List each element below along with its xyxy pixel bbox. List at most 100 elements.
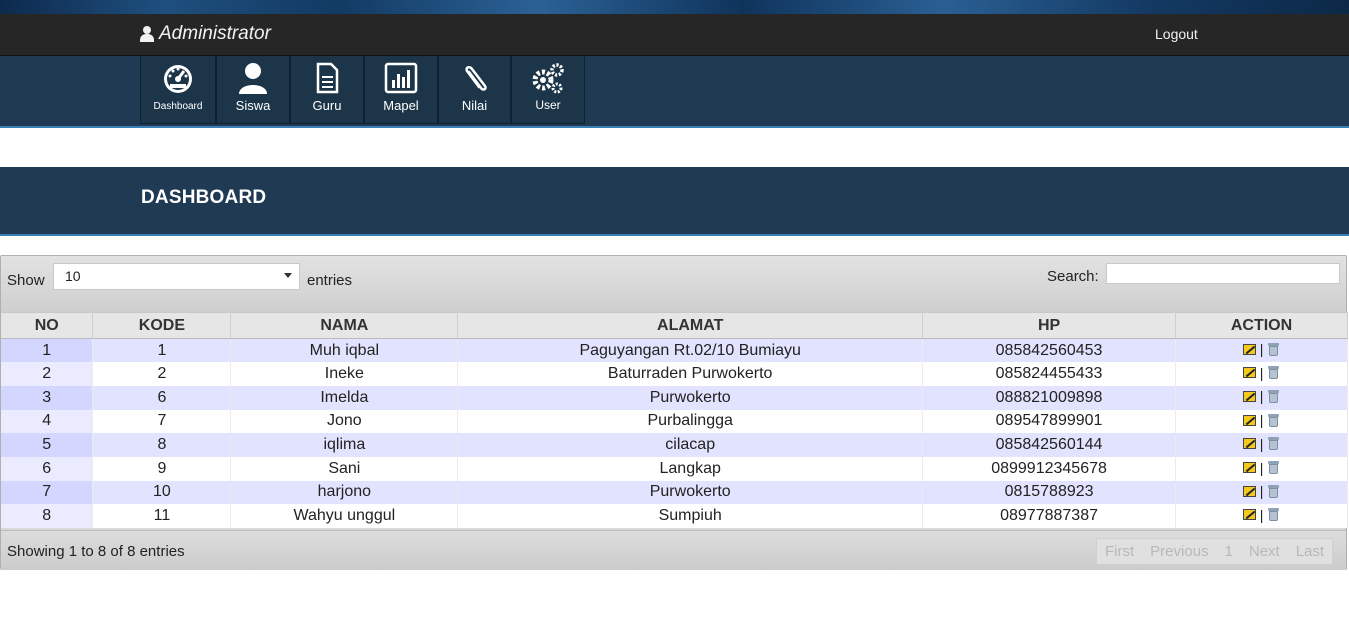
search-input[interactable]: [1106, 263, 1340, 284]
trash-icon[interactable]: [1267, 437, 1280, 451]
dashboard-gauge-icon: [164, 65, 192, 93]
cell-nama: Ineke: [230, 362, 459, 386]
pagination: First Previous 1 Next Last: [1096, 538, 1334, 565]
table-row: 6 9 Sani Langkap 0899912345678 |: [1, 456, 1348, 481]
trash-icon[interactable]: [1267, 461, 1280, 475]
top-decorative-strip: [0, 0, 1349, 14]
page-header: DASHBOARD: [0, 167, 1349, 236]
column-header-nama[interactable]: NAMA: [230, 312, 459, 339]
cell-hp: 089547899901: [922, 409, 1177, 434]
column-header-kode[interactable]: KODE: [92, 312, 232, 339]
table-toolbar: Show 10 entries Search:: [1, 256, 1346, 312]
edit-icon[interactable]: [1242, 367, 1256, 379]
action-separator: |: [1259, 506, 1264, 523]
cell-nama: Muh iqbal: [230, 338, 459, 363]
cell-nama: iqlima: [230, 433, 459, 457]
cell-kode: 8: [92, 433, 232, 457]
search-label: Search:: [1047, 268, 1099, 285]
cell-action: |: [1175, 504, 1348, 528]
cell-nama: Sani: [230, 456, 459, 481]
pager-next[interactable]: Next: [1241, 543, 1288, 560]
edit-icon[interactable]: [1242, 343, 1256, 355]
data-table-panel: Show 10 entries Search: NO KODE NAMA ALA…: [0, 255, 1348, 570]
column-header-no[interactable]: NO: [1, 312, 94, 339]
cell-kode: 2: [92, 362, 232, 386]
cell-action: |: [1175, 409, 1348, 434]
nav-item-label: Guru: [312, 98, 342, 113]
cell-kode: 9: [92, 456, 232, 481]
cell-no: 6: [1, 456, 94, 481]
cell-hp: 085842560144: [922, 433, 1177, 457]
cell-no: 2: [1, 362, 94, 386]
pager-page-1[interactable]: 1: [1217, 543, 1241, 560]
page-title: DASHBOARD: [141, 187, 267, 208]
cell-kode: 7: [92, 409, 232, 434]
nav-item-label: Siswa: [235, 98, 271, 113]
nav-item-label: User: [535, 98, 561, 112]
action-separator: |: [1259, 435, 1264, 452]
edit-icon[interactable]: [1242, 462, 1256, 474]
cell-no: 5: [1, 433, 94, 457]
table-row: 4 7 Jono Purbalingga 089547899901 |: [1, 409, 1348, 434]
nav-item-siswa[interactable]: Siswa: [216, 56, 290, 124]
cell-nama: Imelda: [230, 385, 459, 410]
pager-previous[interactable]: Previous: [1142, 543, 1216, 560]
cell-kode: 10: [92, 480, 232, 505]
action-separator: |: [1259, 459, 1264, 476]
nav-item-dashboard[interactable]: Dashboard: [140, 56, 216, 124]
cell-action: |: [1175, 480, 1348, 505]
cell-no: 1: [1, 338, 94, 363]
cell-kode: 1: [92, 338, 232, 363]
table-row: 8 11 Wahyu unggul Sumpiuh 08977887387 |: [1, 504, 1348, 528]
pager-last[interactable]: Last: [1288, 543, 1332, 560]
brand-label: Administrator: [159, 23, 271, 44]
cell-action: |: [1175, 338, 1348, 363]
pager-first[interactable]: First: [1097, 543, 1142, 560]
edit-icon[interactable]: [1242, 485, 1256, 497]
cell-action: |: [1175, 385, 1348, 410]
edit-icon[interactable]: [1242, 509, 1256, 521]
cell-alamat: Sumpiuh: [457, 504, 924, 528]
table-row: 3 6 Imelda Purwokerto 088821009898 |: [1, 385, 1348, 410]
trash-icon[interactable]: [1267, 484, 1280, 498]
table-footer: Showing 1 to 8 of 8 entries First Previo…: [1, 530, 1346, 570]
cell-alamat: Langkap: [457, 456, 924, 481]
data-table: NO KODE NAMA ALAMAT HP ACTION 1 1 Muh iq…: [1, 312, 1348, 528]
trash-icon[interactable]: [1267, 342, 1280, 356]
cell-alamat: Baturraden Purwokerto: [457, 362, 924, 386]
cell-hp: 0815788923: [922, 480, 1177, 505]
edit-icon[interactable]: [1242, 390, 1256, 402]
action-separator: |: [1259, 364, 1264, 381]
trash-icon[interactable]: [1267, 366, 1280, 380]
cell-nama: harjono: [230, 480, 459, 505]
logout-link[interactable]: Logout: [1155, 26, 1198, 42]
trash-icon[interactable]: [1267, 508, 1280, 522]
column-header-hp[interactable]: HP: [922, 312, 1177, 339]
column-header-action[interactable]: ACTION: [1175, 312, 1348, 339]
cell-action: |: [1175, 433, 1348, 457]
nav-item-label: Nilai: [461, 98, 488, 113]
table-header-row: NO KODE NAMA ALAMAT HP ACTION: [1, 312, 1348, 339]
trash-icon[interactable]: [1267, 389, 1280, 403]
cell-hp: 085824455433: [922, 362, 1177, 386]
action-separator: |: [1259, 483, 1264, 500]
nav-item-nilai[interactable]: Nilai: [438, 56, 511, 124]
cell-alamat: Paguyangan Rt.02/10 Bumiayu: [457, 338, 924, 363]
chevron-down-icon: [284, 273, 292, 278]
table-row: 5 8 iqlima cilacap 085842560144 |: [1, 433, 1348, 457]
cell-action: |: [1175, 456, 1348, 481]
trash-icon[interactable]: [1267, 413, 1280, 427]
nav-item-mapel[interactable]: Mapel: [364, 56, 438, 124]
edit-icon[interactable]: [1242, 414, 1256, 426]
brand[interactable]: Administrator: [140, 23, 271, 45]
edit-icon[interactable]: [1242, 438, 1256, 450]
table-row: 1 1 Muh iqbal Paguyangan Rt.02/10 Bumiay…: [1, 338, 1348, 363]
column-header-alamat[interactable]: ALAMAT: [457, 312, 924, 339]
page-size-select[interactable]: 10: [53, 263, 300, 290]
action-separator: |: [1259, 388, 1264, 405]
nav-item-user[interactable]: User: [511, 56, 585, 124]
action-separator: |: [1259, 412, 1264, 429]
page-size-value: 10: [65, 268, 81, 284]
cell-hp: 085842560453: [922, 338, 1177, 363]
nav-item-guru[interactable]: Guru: [290, 56, 364, 124]
